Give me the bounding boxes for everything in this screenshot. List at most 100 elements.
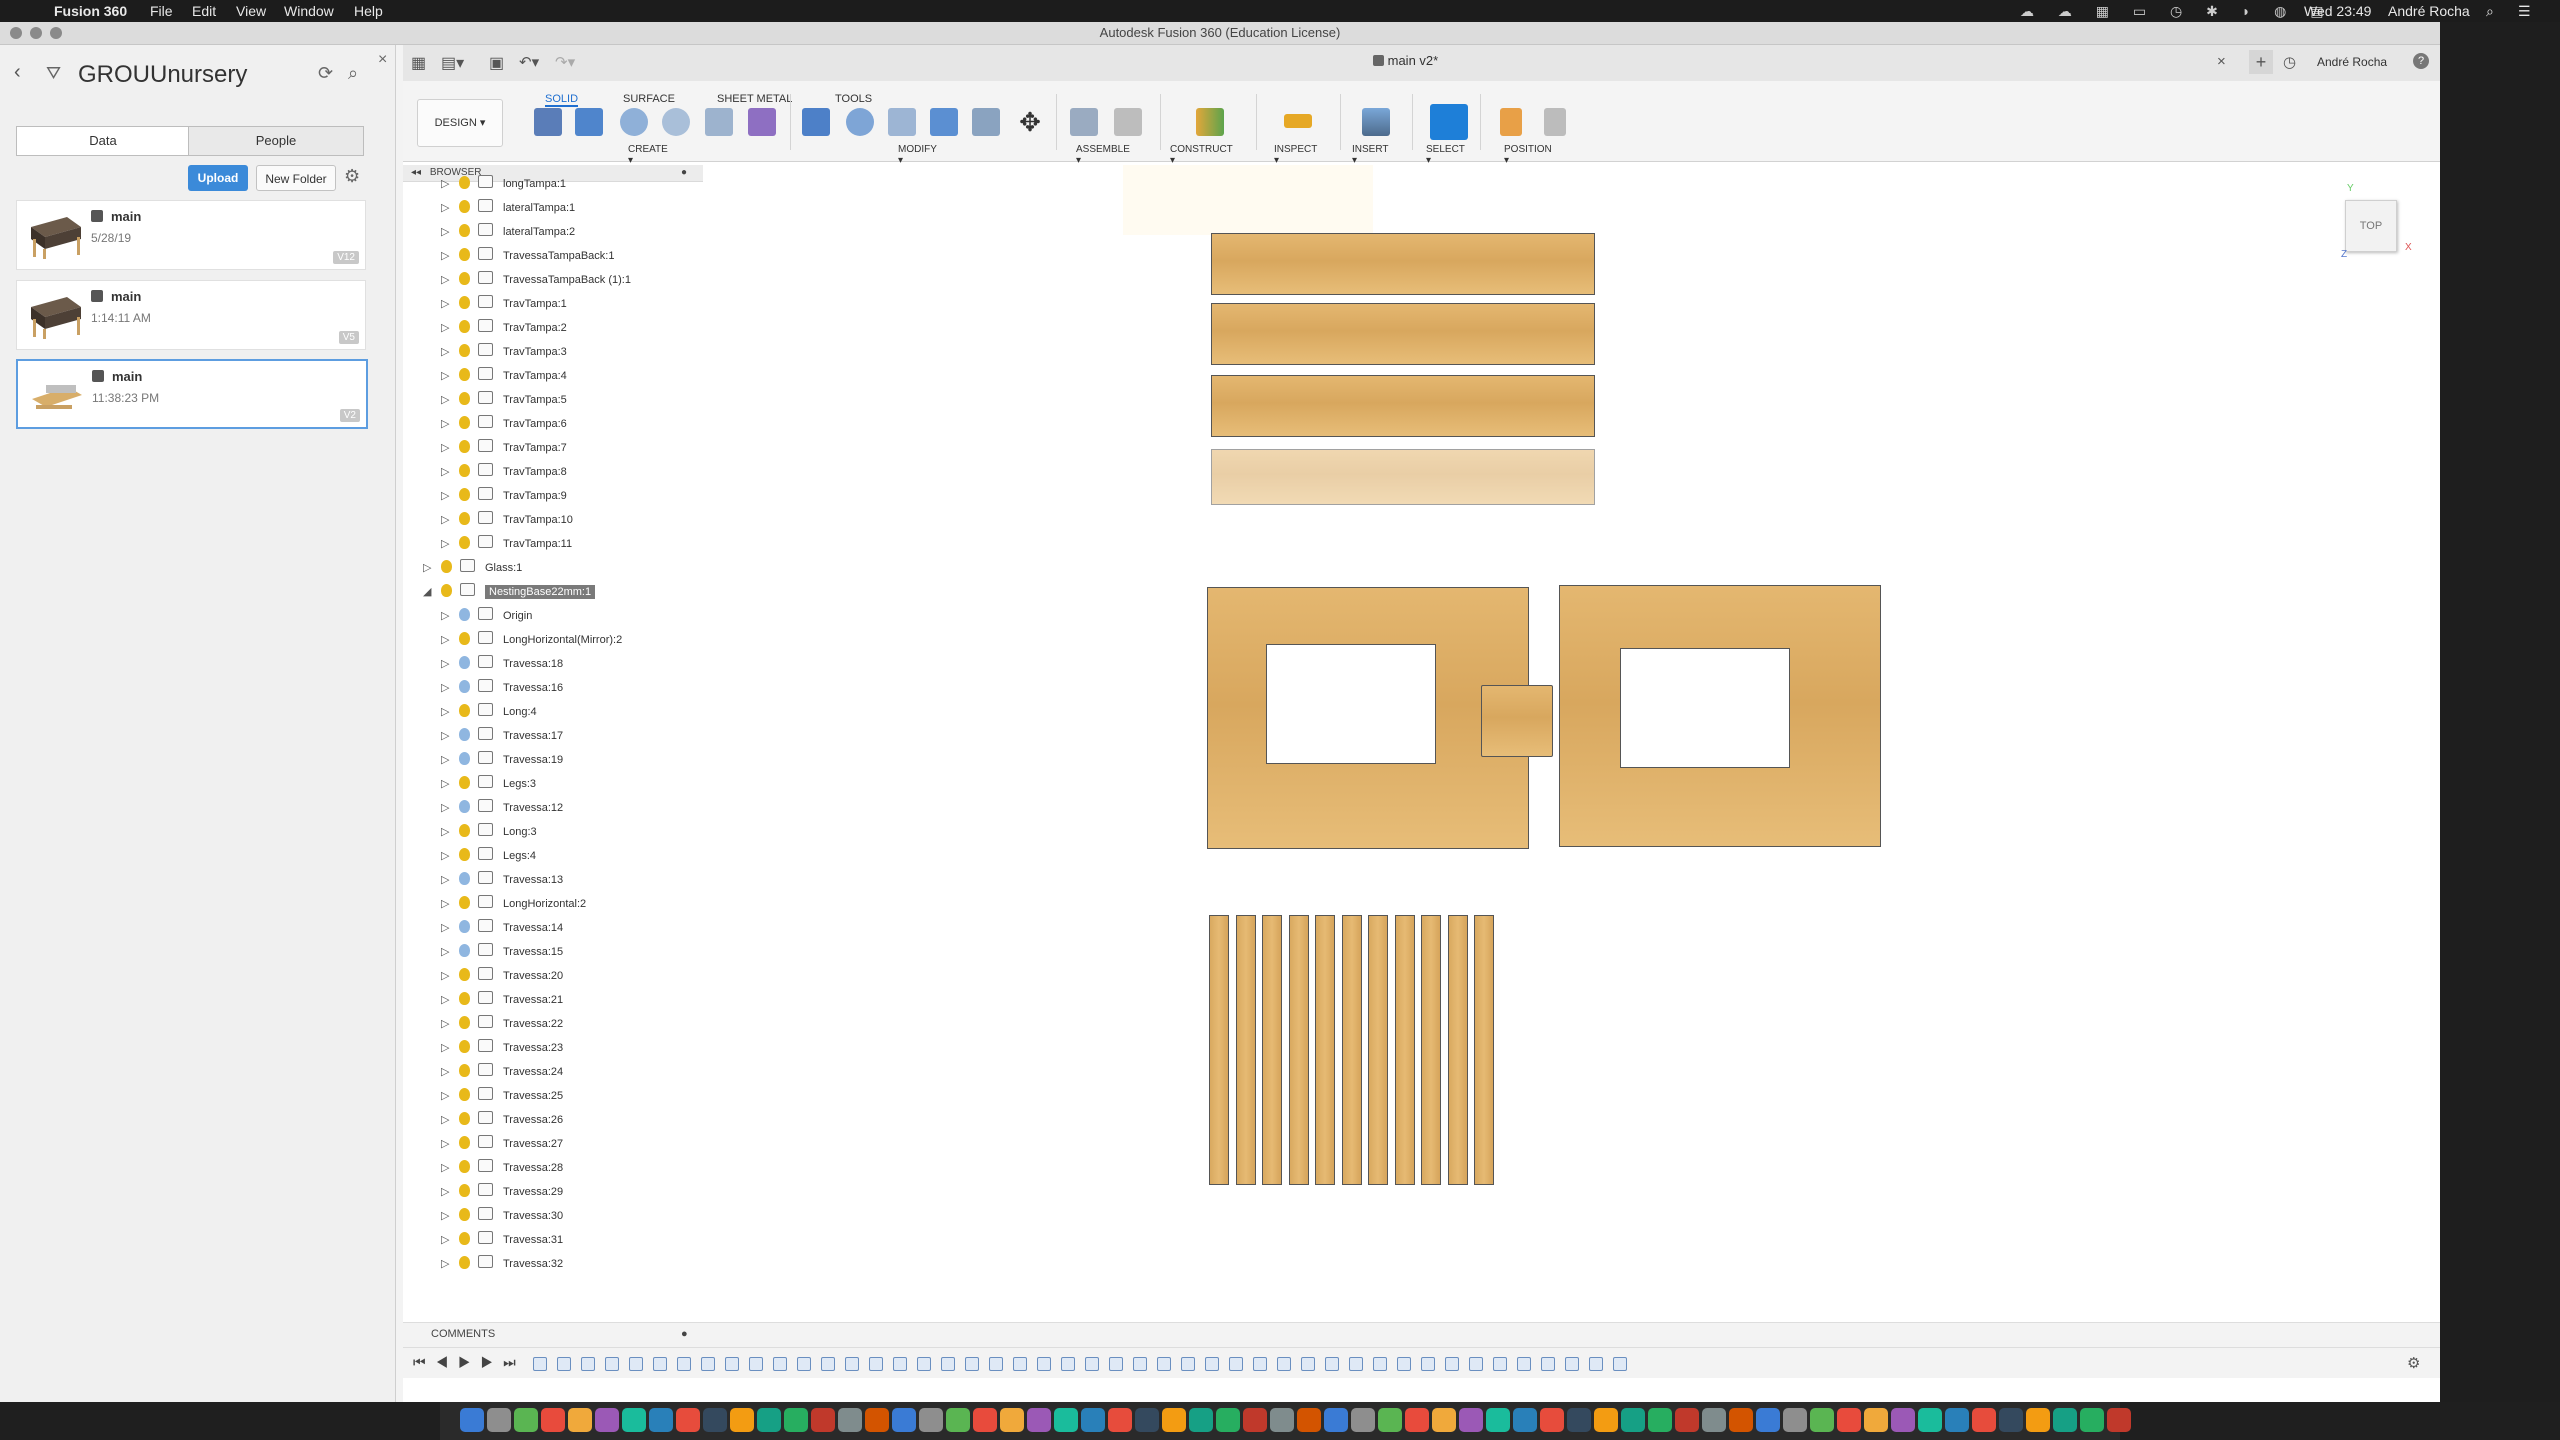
visibility-bulb-icon[interactable] xyxy=(459,1256,470,1269)
minimize-window-button[interactable] xyxy=(30,27,42,39)
timeline-controls[interactable]: ⏮◀▶▶⏭ xyxy=(413,1354,526,1371)
visibility-bulb-icon[interactable] xyxy=(459,416,470,429)
visibility-bulb-icon[interactable] xyxy=(459,392,470,405)
pattern-icon[interactable] xyxy=(705,108,733,136)
joint-icon[interactable] xyxy=(1114,108,1142,136)
file-card[interactable]: main 1:14:11 AM V5 xyxy=(16,280,366,350)
construct-group[interactable]: CONSTRUCT ▾ xyxy=(1170,144,1233,166)
dock-app-icon[interactable] xyxy=(1756,1408,1780,1432)
combine-icon[interactable] xyxy=(930,108,958,136)
menubar-user[interactable]: André Rocha xyxy=(2388,3,2470,19)
timeline-feature-icon[interactable] xyxy=(1181,1357,1195,1371)
dock-app-icon[interactable] xyxy=(1189,1408,1213,1432)
browser-row[interactable]: ▷ TravTampa:10 xyxy=(441,508,573,532)
browser-row[interactable]: ▷ Travessa:23 xyxy=(441,1036,563,1060)
visibility-bulb-icon[interactable] xyxy=(459,848,470,861)
dock-app-icon[interactable] xyxy=(784,1408,808,1432)
modify-group[interactable]: MODIFY ▾ xyxy=(898,144,937,166)
redo-icon[interactable]: ↷▾ xyxy=(555,53,575,71)
visibility-bulb-icon[interactable] xyxy=(459,296,470,309)
timeline-feature-icon[interactable] xyxy=(1061,1357,1075,1371)
timeline-feature-icon[interactable] xyxy=(845,1357,859,1371)
grid-menu-icon[interactable]: ▦ xyxy=(411,53,426,73)
visibility-bulb-icon[interactable] xyxy=(459,1040,470,1053)
press-pull-icon[interactable] xyxy=(802,108,830,136)
back-icon[interactable]: ‹ xyxy=(14,61,21,84)
sweep-icon[interactable] xyxy=(662,108,690,136)
timeline-feature-icon[interactable] xyxy=(1205,1357,1219,1371)
user-name[interactable]: André Rocha xyxy=(2317,55,2387,69)
slat-part[interactable] xyxy=(1421,915,1441,1185)
timeline-feature-icon[interactable] xyxy=(677,1357,691,1371)
timeline-feature-icon[interactable] xyxy=(1133,1357,1147,1371)
visibility-bulb-icon[interactable] xyxy=(459,1112,470,1125)
dock-app-icon[interactable] xyxy=(2107,1408,2131,1432)
upload-button[interactable]: Upload xyxy=(188,165,248,191)
select-icon[interactable] xyxy=(1430,104,1468,140)
dock-app-icon[interactable] xyxy=(2080,1408,2104,1432)
browser-row[interactable]: ▷ LongHorizontal:2 xyxy=(441,892,586,916)
visibility-bulb-icon[interactable] xyxy=(459,680,470,693)
expand-triangle-icon[interactable]: ▷ xyxy=(423,556,437,580)
timeline-settings-icon[interactable]: ⚙ xyxy=(2407,1354,2420,1372)
zoom-window-button[interactable] xyxy=(50,27,62,39)
timeline-feature-icon[interactable] xyxy=(1301,1357,1315,1371)
document-tab[interactable]: main v2* xyxy=(1373,53,1438,68)
app-menu[interactable]: Fusion 360 xyxy=(54,3,127,19)
create-sketch-icon[interactable] xyxy=(534,108,562,136)
expand-triangle-icon[interactable]: ▷ xyxy=(441,868,455,892)
visibility-bulb-icon[interactable] xyxy=(459,512,470,525)
expand-triangle-icon[interactable]: ▷ xyxy=(441,844,455,868)
visibility-bulb-icon[interactable] xyxy=(459,704,470,717)
timeline-feature-icon[interactable] xyxy=(1373,1357,1387,1371)
browser-row[interactable]: ▷ Legs:4 xyxy=(441,844,536,868)
browser-row[interactable]: ▷ Travessa:20 xyxy=(441,964,563,988)
visibility-bulb-icon[interactable] xyxy=(459,272,470,285)
dock-app-icon[interactable] xyxy=(568,1408,592,1432)
search-icon[interactable]: ⌕ xyxy=(348,63,358,84)
timeline-feature-icon[interactable] xyxy=(965,1357,979,1371)
expand-triangle-icon[interactable]: ▷ xyxy=(441,916,455,940)
visibility-bulb-icon[interactable] xyxy=(459,1160,470,1173)
menu-window[interactable]: Window xyxy=(284,3,334,19)
timeline-feature-icon[interactable] xyxy=(725,1357,739,1371)
timeline-feature-icon[interactable] xyxy=(1085,1357,1099,1371)
expand-triangle-icon[interactable]: ▷ xyxy=(441,364,455,388)
browser-row[interactable]: ▷ Travessa:21 xyxy=(441,988,563,1012)
dock-app-icon[interactable] xyxy=(1054,1408,1078,1432)
dock-app-icon[interactable] xyxy=(946,1408,970,1432)
visibility-bulb-icon[interactable] xyxy=(459,752,470,765)
timeline-feature-icon[interactable] xyxy=(581,1357,595,1371)
move-icon[interactable]: ✥ xyxy=(1016,108,1044,136)
visibility-bulb-icon[interactable] xyxy=(459,872,470,885)
visibility-bulb-icon[interactable] xyxy=(459,1016,470,1029)
dock-app-icon[interactable] xyxy=(1810,1408,1834,1432)
browser-row[interactable]: ▷ Travessa:22 xyxy=(441,1012,563,1036)
browser-row[interactable]: ▷ TravTampa:6 xyxy=(441,412,567,436)
comments-bar[interactable]: COMMENTS ● xyxy=(403,1322,2440,1347)
browser-row[interactable]: ▷ Travessa:24 xyxy=(441,1060,563,1084)
browser-row[interactable]: ▷ Travessa:15 xyxy=(441,940,563,964)
visibility-bulb-icon[interactable] xyxy=(459,656,470,669)
slat-part[interactable] xyxy=(1209,915,1229,1185)
expand-triangle-icon[interactable]: ▷ xyxy=(441,772,455,796)
dock-app-icon[interactable] xyxy=(1000,1408,1024,1432)
visibility-bulb-icon[interactable] xyxy=(459,920,470,933)
dock-app-icon[interactable] xyxy=(1027,1408,1051,1432)
dock-app-icon[interactable] xyxy=(676,1408,700,1432)
expand-triangle-icon[interactable]: ▷ xyxy=(441,460,455,484)
board-part[interactable] xyxy=(1211,449,1595,505)
board-part[interactable] xyxy=(1211,375,1595,437)
dock-app-icon[interactable] xyxy=(1972,1408,1996,1432)
dock-app-icon[interactable] xyxy=(1378,1408,1402,1432)
expand-triangle-icon[interactable]: ▷ xyxy=(441,1132,455,1156)
visibility-bulb-icon[interactable] xyxy=(459,440,470,453)
dock-app-icon[interactable] xyxy=(460,1408,484,1432)
browser-row[interactable]: ▷ TravTampa:8 xyxy=(441,460,567,484)
form-icon[interactable] xyxy=(748,108,776,136)
slat-part[interactable] xyxy=(1288,915,1309,1185)
dock-app-icon[interactable] xyxy=(1351,1408,1375,1432)
inspect-group[interactable]: INSPECT ▾ xyxy=(1274,144,1317,166)
dock-app-icon[interactable] xyxy=(1864,1408,1888,1432)
dock-app-icon[interactable] xyxy=(865,1408,889,1432)
